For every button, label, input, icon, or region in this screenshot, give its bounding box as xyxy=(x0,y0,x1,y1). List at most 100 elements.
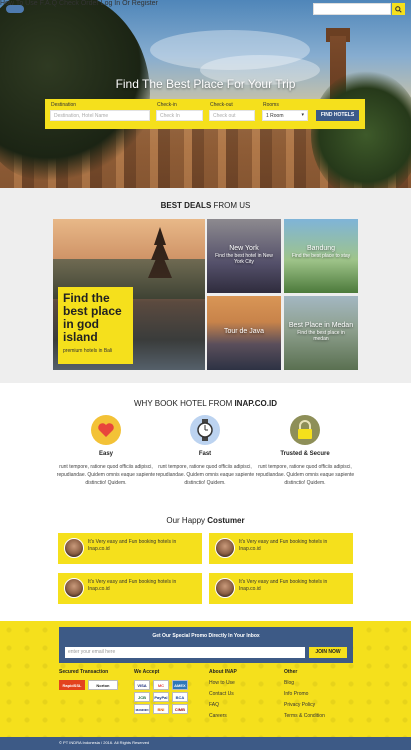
heart-icon xyxy=(91,415,121,445)
feature-desc: runt tempore, ratione quod officiis adip… xyxy=(255,464,355,486)
site-logo[interactable] xyxy=(6,5,24,13)
testimonial-card: It's Very easy and Fun booking hotels in… xyxy=(58,533,202,564)
footer-link-promo[interactable]: Info Promo xyxy=(284,691,354,697)
deal-tile-title: Tour de Java xyxy=(223,328,265,335)
join-now-button[interactable]: JOIN NOW xyxy=(309,647,347,658)
footer-heading: We Accept xyxy=(134,669,160,675)
best-deals-title: BEST DEALS FROM US xyxy=(0,201,411,210)
paypal-badge: PayPal xyxy=(152,692,169,702)
testimonial-text: It's Very easy and Fun booking hotels in… xyxy=(88,579,177,592)
avatar xyxy=(215,538,235,558)
hero-banner: How To Use F.A.Q Check Order Log In Or R… xyxy=(0,0,411,188)
deal-tile-new-york[interactable]: New York Find the best hotel in New York… xyxy=(207,219,281,293)
copyright-text: © PT INDRA Indonesia / 2016. All Rights … xyxy=(59,740,150,745)
feature-desc: runt tempore, ratione quod officiis adip… xyxy=(56,464,156,486)
checkin-input[interactable]: Check In xyxy=(156,110,203,121)
rooms-label: Rooms xyxy=(263,102,279,108)
feature-name: Easy xyxy=(98,451,113,457)
testimonial-text: It's Very easy and Fun booking hotels in… xyxy=(88,539,177,552)
why-book-title: WHY BOOK HOTEL FROM INAP.CO.ID xyxy=(0,399,411,408)
footer-link-contact[interactable]: Contact Us xyxy=(209,691,269,697)
nav-login-register[interactable]: Log In Or Register xyxy=(101,0,158,7)
newsletter-box: Get Our Special Promo Directly In Your I… xyxy=(59,627,353,663)
destination-label: Destination xyxy=(51,102,77,108)
feature-desc: runt tempore, ratione quod officiis adip… xyxy=(155,464,255,486)
feature-fast: Fast runt tempore, ratione quod officiis… xyxy=(155,415,255,487)
feature-secure: Trusted & Secure runt tempore, ratione q… xyxy=(255,415,355,487)
copyright-bar: © PT INDRA Indonesia / 2016. All Rights … xyxy=(0,737,411,750)
deal-tile-medan[interactable]: Best Place in Medan Find the best place … xyxy=(284,296,358,370)
bca-badge: BCA xyxy=(171,692,188,702)
testimonials-title-light: Our Happy xyxy=(166,516,208,525)
deal-tile-title: New York xyxy=(229,245,259,252)
footer-link-terms[interactable]: Terms & Condition xyxy=(284,713,354,719)
norton-badge: Norton xyxy=(87,680,118,690)
footer-link-blog[interactable]: Blog xyxy=(284,680,354,686)
rooms-select[interactable]: 1 Room ▾ xyxy=(262,110,308,121)
testimonials-title-bold: Costumer xyxy=(207,516,245,525)
checkout-label: Check-out xyxy=(210,102,233,108)
featured-deal-heading: Find the best place in god island xyxy=(63,291,122,344)
jcb-badge: JCB xyxy=(134,692,150,702)
deal-tile-java[interactable]: Tour de Java xyxy=(207,296,281,370)
hero-title: Find The Best Place For Your Trip xyxy=(115,77,296,91)
featured-deal-callout[interactable]: Find the best place in god island premiu… xyxy=(58,287,133,364)
footer-secured: Secured Transaction RapidSSL Norton xyxy=(59,669,129,692)
feature-name: Trusted & Secure xyxy=(280,451,330,457)
avatar xyxy=(215,578,235,598)
why-book-title-light: WHY BOOK HOTEL FROM xyxy=(134,399,235,408)
amex-badge: AMEX xyxy=(171,680,188,690)
testimonial-card: It's Very easy and Fun booking hotels in… xyxy=(209,533,353,564)
avatar xyxy=(64,538,84,558)
footer-payment: We Accept VISA MC AMEX JCB PayPal BCA MA… xyxy=(134,669,194,716)
rooms-value: 1 Room xyxy=(266,113,284,119)
testimonials-title: Our Happy Costumer xyxy=(0,516,411,525)
footer-link-careers[interactable]: Careers xyxy=(209,713,269,719)
deal-tile-subtitle: Find the best place in medan xyxy=(297,330,345,342)
booking-form: Destination Destination, Hotel Name Chec… xyxy=(45,99,365,129)
testimonial-text: It's Very easy and Fun booking hotels in… xyxy=(239,579,328,592)
deal-tile-subtitle: Find the best place to stay xyxy=(291,253,351,259)
best-deals-title-bold: BEST DEALS xyxy=(160,201,212,210)
feature-easy: Easy runt tempore, ratione quod officiis… xyxy=(56,415,156,487)
testimonial-card: It's Very easy and Fun booking hotels in… xyxy=(58,573,202,604)
footer-heading: About INAP xyxy=(209,669,237,675)
top-navbar: How To Use F.A.Q Check Order Log In Or R… xyxy=(0,0,411,18)
footer-link-how-to-use[interactable]: How to Use xyxy=(209,680,269,686)
nav-check-order[interactable]: Check Order xyxy=(59,0,99,7)
testimonial-text: It's Very easy and Fun booking hotels in… xyxy=(239,539,328,552)
footer-link-privacy[interactable]: Privacy Policy xyxy=(284,702,354,708)
watch-icon xyxy=(190,415,220,445)
deal-tile-bandung[interactable]: Bandung Find the best place to stay xyxy=(284,219,358,293)
footer-other: Other Blog Info Promo Privacy Policy Ter… xyxy=(284,669,354,724)
mandiri-badge: MANDIRI xyxy=(134,704,150,714)
why-book-title-bold: INAP.CO.ID xyxy=(234,399,277,408)
mastercard-badge: MC xyxy=(152,680,169,690)
checkin-label: Check-in xyxy=(157,102,177,108)
newsletter-email-input[interactable]: enter your email here xyxy=(65,647,305,658)
newsletter-title: Get Our Special Promo Directly In Your I… xyxy=(152,633,260,639)
deal-tile-title: Bandung xyxy=(306,245,336,252)
destination-input[interactable]: Destination, Hotel Name xyxy=(50,110,150,121)
testimonial-card: It's Very easy and Fun booking hotels in… xyxy=(209,573,353,604)
find-hotels-button[interactable]: FIND HOTELS xyxy=(316,110,359,121)
search-icon xyxy=(395,5,402,13)
lock-icon xyxy=(290,415,320,445)
deal-tile-title: Best Place in Medan xyxy=(288,322,354,329)
rapidssl-badge: RapidSSL xyxy=(59,680,85,690)
footer-heading: Secured Transaction xyxy=(59,669,109,675)
footer-link-faq[interactable]: FAQ xyxy=(209,702,269,708)
search-input[interactable] xyxy=(313,3,391,15)
visa-badge: VISA xyxy=(134,680,150,690)
footer-about: About INAP How to Use Contact Us FAQ Car… xyxy=(209,669,269,724)
checkout-input[interactable]: Check out xyxy=(209,110,255,121)
deal-tile-subtitle: Find the best hotel in New York City xyxy=(215,253,273,265)
nav-faq[interactable]: F.A.Q xyxy=(40,0,58,7)
avatar xyxy=(64,578,84,598)
best-deals-title-light: FROM US xyxy=(211,201,251,210)
bni-badge: BNI xyxy=(152,704,169,714)
chevron-down-icon: ▾ xyxy=(301,112,304,118)
search-button[interactable] xyxy=(392,3,405,15)
footer: Get Our Special Promo Directly In Your I… xyxy=(0,621,411,737)
featured-deal-subtitle: premium hotels in Bali xyxy=(63,348,113,354)
